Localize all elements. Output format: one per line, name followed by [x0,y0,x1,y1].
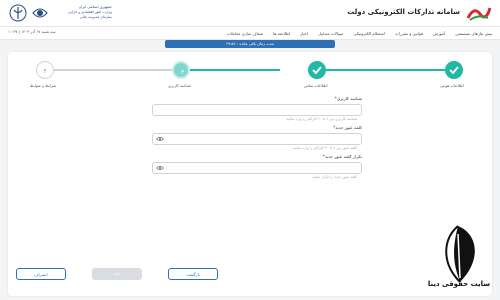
header: سامانه تدارکات الکترونیکی دولت جمهوری اس… [0,0,500,26]
svg-text:۴: ۴ [44,68,47,75]
watermark-text: سایت حقوقی دینا [427,280,491,288]
username-label: شناسه کاربری* [334,96,362,101]
step-3-circle: ۳ [172,61,190,79]
step-1-circle [445,61,463,79]
username-field-wrap [152,104,362,124]
nav-item-requirements[interactable]: بیش نیازهای سیستمی [455,31,492,36]
stepper: اطلاعات هویتی اطلاعات تماس ۳ شناسه کاربر… [8,52,492,92]
navbar: بیش نیازهای سیستمی آموزش قوانین و مقررات… [0,26,500,40]
eye-icon[interactable] [156,165,164,171]
nav-item-training[interactable]: آموزش [433,31,445,36]
iran-emblem-icon [9,4,27,22]
setad-logo-icon [466,7,492,21]
step-connector [50,69,178,71]
password-input[interactable] [163,143,361,153]
step-4-number: ۴ [44,68,47,75]
nav-item-faq[interactable]: سوالات متداول [318,31,343,36]
date-time: سه شنبه ۱۷ آذر ۱۴۰۳ | ۱۰:۳۷ [8,29,56,34]
step-4-circle: ۴ [36,61,54,79]
step-2-label: اطلاعات تماس [304,83,328,88]
confirm-password-input[interactable] [163,172,361,182]
eye-icon[interactable] [156,136,164,142]
confirm-password-label: تکرار کلمه عبور جدید* [322,154,362,159]
check-icon [312,66,322,75]
step-connector [326,69,454,71]
agency-name: جمهوری اسلامی ایران وزارت امور اقتصادی و… [52,5,112,20]
account-form: شناسه کاربری* کلمه عبور جدید* تکرار کلمه… [152,96,362,183]
step-3-label: شناسه کاربری [168,83,191,88]
nav-item-electronic-inquiry[interactable]: استعلام الکترونیکی [353,31,384,36]
nav-item-transparency[interactable]: شفاف سازی معاملات [227,31,264,36]
agency-line: سازمان مدیریت مالی [79,15,112,19]
ministry-logo-icon [32,8,48,18]
svg-text:۳: ۳ [181,69,185,76]
password-label: کلمه عبور جدید* [333,125,362,130]
confirm-button[interactable]: تایید [92,268,142,280]
cancel-button[interactable]: انصراف [16,268,66,280]
password-field-wrap [152,133,362,153]
step-connector [190,69,280,71]
confirm-password-field-wrap [152,162,362,182]
step-1-label: اطلاعات هویتی [440,83,464,88]
session-timer: مدت زمان باقی مانده : ۲۹:۵۶ [165,40,335,48]
nav-item-news[interactable]: اخبار [300,31,308,36]
nav-item-announcements[interactable]: اطلاعیه ها [273,31,290,36]
username-input[interactable] [163,114,361,124]
step-2-circle [308,61,326,79]
nav-menu: بیش نیازهای سیستمی آموزش قوانین و مقررات… [227,27,492,39]
step-4-label: شرایط و ضوابط [30,83,57,88]
check-icon [449,66,459,75]
site-title: سامانه تدارکات الکترونیکی دولت [347,8,460,16]
back-button[interactable]: بازگشت [168,268,218,280]
step-3-number: ۳ [181,69,185,76]
nav-item-regulations[interactable]: قوانین و مقررات [395,31,423,36]
